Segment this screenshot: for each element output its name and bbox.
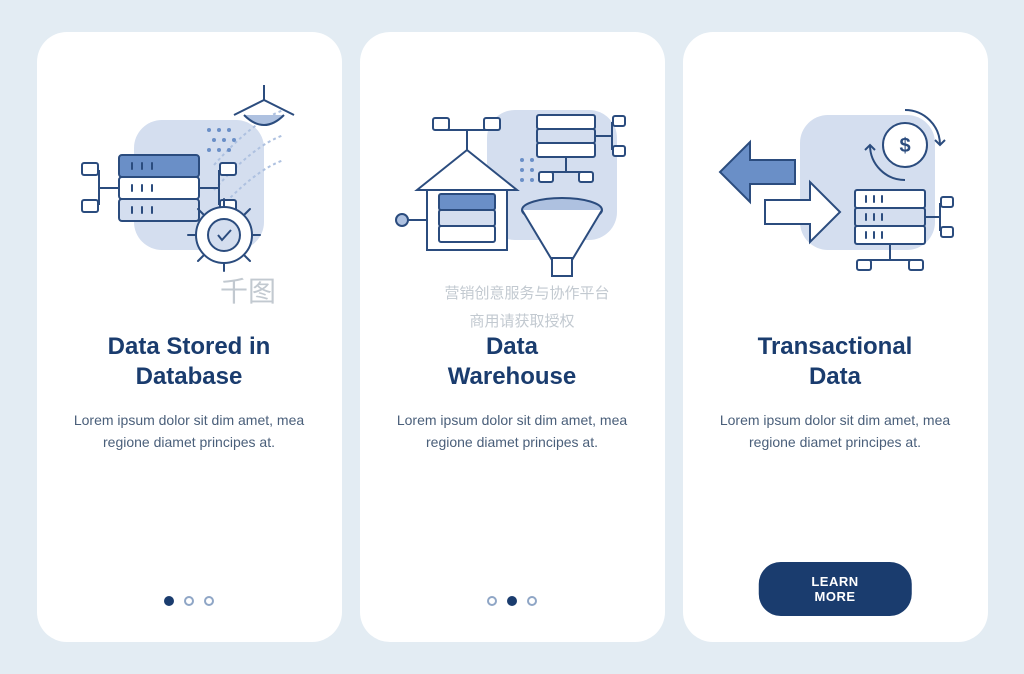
pager-dot[interactable] [507, 596, 517, 606]
pager-dot[interactable] [527, 596, 537, 606]
card-title: DataWarehouse [448, 332, 576, 392]
card-description: Lorem ipsum dolor sit dim amet, mea regi… [63, 410, 316, 453]
pager-dot[interactable] [164, 596, 174, 606]
card-description: Lorem ipsum dolor sit dim amet, mea regi… [709, 410, 962, 453]
card-title: TransactionalData [758, 332, 913, 392]
card-database: Data Stored inDatabase Lorem ipsum dolor… [37, 32, 342, 642]
pager-dot[interactable] [487, 596, 497, 606]
svg-text:$: $ [899, 135, 910, 157]
pager-dot[interactable] [184, 596, 194, 606]
card-description: Lorem ipsum dolor sit dim amet, mea regi… [386, 410, 639, 453]
learn-more-button[interactable]: LEARN MORE [759, 562, 912, 616]
page-indicator [360, 596, 665, 606]
transactional-illustration-icon: $ [710, 60, 960, 300]
database-illustration-icon [64, 60, 314, 300]
page-indicator [37, 596, 342, 606]
watermark-line2: 商用请获取授权 [470, 310, 575, 331]
warehouse-illustration-icon [387, 60, 637, 300]
card-title: Data Stored inDatabase [108, 332, 271, 392]
pager-dot[interactable] [204, 596, 214, 606]
card-warehouse: 营销创意服务与协作平台 商用请获取授权 [360, 32, 665, 642]
card-transactional: $ [683, 32, 988, 642]
